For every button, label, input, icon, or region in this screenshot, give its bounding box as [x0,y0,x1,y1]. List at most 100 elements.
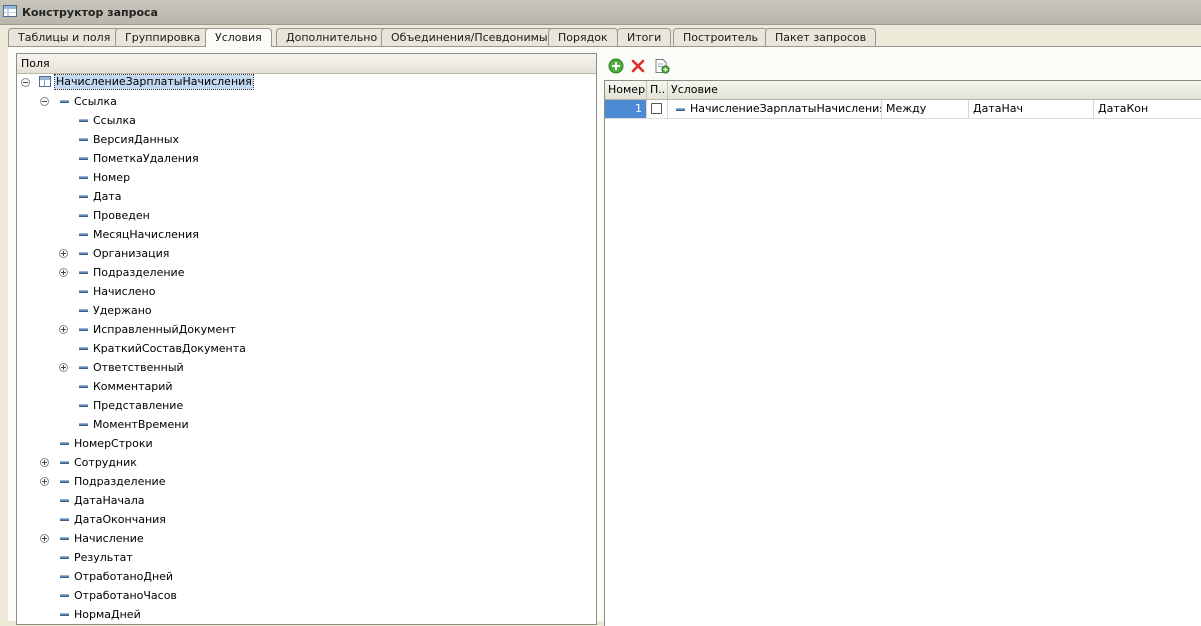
tree-node[interactable]: Сотрудник [17,453,596,472]
fields-tree[interactable]: НачислениеЗарплатыНачисления Ссылка Ссылка… [17,73,596,624]
tree-node-label: МесяцНачисления [93,228,199,241]
tab-builder[interactable]: Построитель [673,28,769,46]
field-icon [60,594,69,597]
field-icon [60,480,69,483]
field-icon [60,461,69,464]
delete-icon[interactable] [630,58,646,74]
expand-icon[interactable] [59,325,68,334]
tree-node-label: Организация [93,247,170,260]
tree-node-label: НачислениеЗарплатыНачисления [54,74,254,90]
expand-icon[interactable] [40,534,49,543]
condition-value-to[interactable]: ДатаКон [1094,100,1201,118]
tab-conditions[interactable]: Условия [205,28,272,47]
conditions-tab-content: Поля НачислениеЗарплатыНачисления Ссылка С… [8,47,1201,626]
tree-node-label: ВерсияДанных [93,133,180,146]
tree-node[interactable]: ДатаНачала [17,491,596,510]
tree-node[interactable]: ОтработаноЧасов [17,586,596,605]
tree-node[interactable]: Результат [17,548,596,567]
table-icon [39,76,51,87]
expand-icon[interactable] [40,458,49,467]
title-bar: Конструктор запроса [0,0,1201,25]
tree-node[interactable]: Ответственный [17,358,596,377]
tree-node[interactable]: Проведен [17,206,596,225]
tree-node[interactable]: Организация [17,244,596,263]
column-arbitrary[interactable]: П.. [647,81,668,99]
query-builder-icon [3,5,17,17]
tree-node[interactable]: Ссылка [17,111,596,130]
fields-panel: Поля НачислениеЗарплатыНачисления Ссылка С… [16,53,597,625]
fields-header-label: Поля [21,57,50,70]
tree-node[interactable]: Подразделение [17,472,596,491]
column-condition[interactable]: Условие [668,81,1201,99]
collapse-icon[interactable] [21,78,30,87]
tree-node-label: ДатаНачала [74,494,145,507]
tree-node-label: Номер [93,171,131,184]
condition-field-cell[interactable]: НачислениеЗарплатыНачисления.... [668,100,882,118]
tree-node[interactable]: ИсправленныйДокумент [17,320,596,339]
add-icon[interactable] [608,58,624,74]
tree-node[interactable]: Начисление [17,529,596,548]
field-icon [79,347,88,350]
field-icon [60,499,69,502]
field-icon [60,518,69,521]
field-icon [79,290,88,293]
tree-node[interactable]: Удержано [17,301,596,320]
tree-node-label: Начислено [93,285,156,298]
tree-node[interactable]: ВерсияДанных [17,130,596,149]
field-icon [60,556,69,559]
tree-node-label: Комментарий [93,380,173,393]
edit-icon[interactable] [654,58,670,74]
tree-node-label: Проведен [93,209,150,222]
tab-tables-and-fields[interactable]: Таблицы и поля [8,28,121,46]
tree-node-label: Ссылка [93,114,136,127]
tree-node-label: МоментВремени [93,418,189,431]
tree-node[interactable]: Начислено [17,282,596,301]
tree-node[interactable]: Подразделение [17,263,596,282]
tree-node-label: ОтработаноЧасов [74,589,177,602]
tree-node[interactable]: ОтработаноДней [17,567,596,586]
column-number[interactable]: Номер [605,81,647,99]
expand-icon[interactable] [40,477,49,486]
tree-node[interactable]: МесяцНачисления [17,225,596,244]
tree-node[interactable]: Ссылка [17,92,596,111]
expand-icon[interactable] [59,249,68,258]
field-icon [79,138,88,141]
expand-icon[interactable] [59,363,68,372]
arbitrary-checkbox[interactable] [651,103,662,114]
collapse-icon[interactable] [40,97,49,106]
tree-node-label: ДатаОкончания [74,513,166,526]
condition-operator[interactable]: Между [882,100,969,118]
tree-node[interactable]: Комментарий [17,377,596,396]
field-icon [79,157,88,160]
condition-value-from[interactable]: ДатаНач [969,100,1094,118]
tab-totals[interactable]: Итоги [617,28,672,46]
tree-node[interactable]: МоментВремени [17,415,596,434]
tab-grouping[interactable]: Группировка [115,28,211,46]
tree-node[interactable]: НормаДней [17,605,596,624]
field-icon [79,119,88,122]
tab-order[interactable]: Порядок [548,28,618,46]
field-icon [79,271,88,274]
tree-node[interactable]: Представление [17,396,596,415]
expand-icon[interactable] [59,268,68,277]
tree-node[interactable]: ДатаОкончания [17,510,596,529]
tree-node[interactable]: Номер [17,168,596,187]
tree-node[interactable]: Дата [17,187,596,206]
tree-node-label: Подразделение [74,475,166,488]
condition-row[interactable]: 1 НачислениеЗарплатыНачисления.... Между… [605,100,1201,119]
tree-node[interactable]: НачислениеЗарплатыНачисления [17,73,596,92]
tree-node[interactable]: ПометкаУдаления [17,149,596,168]
field-icon [79,214,88,217]
tree-node-label: КраткийСоставДокумента [93,342,246,355]
tab-unions-aliases[interactable]: Объединения/Псевдонимы [381,28,558,46]
tree-node-label: НомерСтроки [74,437,153,450]
tree-node-label: Подразделение [93,266,185,279]
tree-node[interactable]: НомерСтроки [17,434,596,453]
tree-node-label: Результат [74,551,133,564]
field-icon [79,309,88,312]
tree-node-label: Ссылка [74,95,117,108]
grid-header: Номер П.. Условие [605,81,1201,100]
tree-node[interactable]: КраткийСоставДокумента [17,339,596,358]
tab-additional[interactable]: Дополнительно [276,28,388,46]
tab-query-batch[interactable]: Пакет запросов [765,28,877,46]
